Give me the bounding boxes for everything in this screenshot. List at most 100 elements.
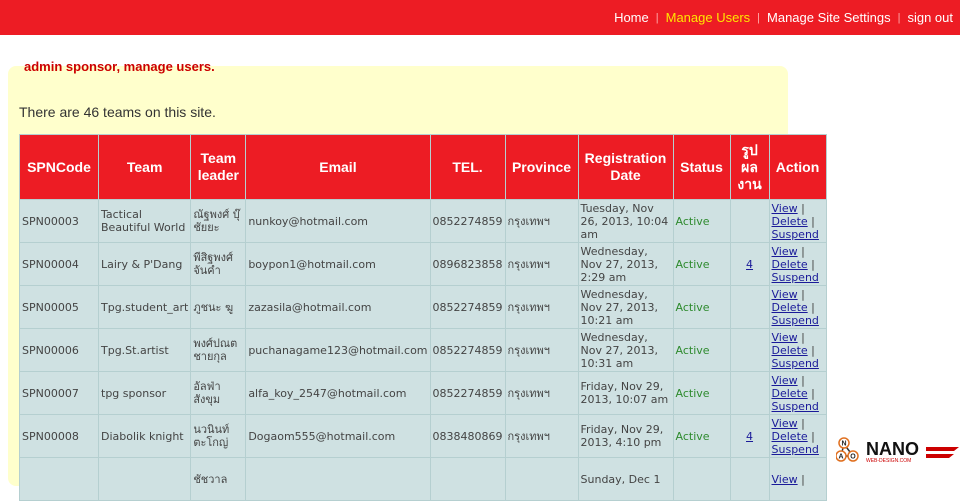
cell-date: Friday, Nov 29, 2013, 10:07 am bbox=[577, 371, 674, 415]
cell-province: กรุงเทพฯ bbox=[504, 328, 579, 372]
works-count-link[interactable]: 4 bbox=[746, 258, 753, 271]
cell-email: Dogaom555@hotmail.com bbox=[245, 414, 431, 458]
col-email: Email bbox=[245, 134, 431, 200]
view-link[interactable]: View bbox=[772, 417, 798, 430]
cell-status: Active bbox=[672, 242, 731, 286]
suspend-link[interactable]: Suspend bbox=[772, 228, 819, 241]
cell-tel: 0896823858 bbox=[429, 242, 506, 286]
cell-date: Tuesday, Nov 26, 2013, 10:04 am bbox=[577, 199, 674, 243]
action-separator: | bbox=[801, 330, 805, 344]
cell-status: Active bbox=[672, 285, 731, 329]
cell-tel: 0852274859 bbox=[429, 328, 506, 372]
cell-leader: ณัฐพงศ์ บุ๊ชัยยะ bbox=[190, 199, 247, 243]
cell-leader: ภูชนะ ฆู bbox=[190, 285, 247, 329]
cell-province: กรุงเทพฯ bbox=[504, 285, 579, 329]
table-row: SPN00004 Lairy & P'Dang พีสิฐพงศ์ จันคำ boy… bbox=[19, 242, 827, 286]
action-separator: | bbox=[801, 472, 805, 486]
delete-link[interactable]: Delete bbox=[772, 215, 808, 228]
top-bar: Home | Manage Users | Manage Site Settin… bbox=[0, 0, 960, 35]
cell-province: กรุงเทพฯ bbox=[504, 242, 579, 286]
action-separator: | bbox=[811, 429, 815, 443]
cell-team: tpg sponsor bbox=[97, 371, 192, 415]
view-link[interactable]: View bbox=[772, 473, 798, 486]
col-spncode: SPNCode bbox=[19, 134, 99, 200]
cell-date: Friday, Nov 29, 2013, 4:10 pm bbox=[577, 414, 674, 458]
col-status: Status bbox=[672, 134, 731, 200]
table-row: SPN00007 tpg sponsor อัลฟ่า สังขุม alfa_koy… bbox=[19, 371, 827, 415]
view-link[interactable]: View bbox=[772, 331, 798, 344]
cell-code: SPN00003 bbox=[19, 199, 99, 243]
view-link[interactable]: View bbox=[772, 245, 798, 258]
cell-code: SPN00007 bbox=[19, 371, 99, 415]
suspend-link[interactable]: Suspend bbox=[772, 400, 819, 413]
cell-action: View | Delete | Suspend bbox=[768, 242, 827, 286]
cell-status: Active bbox=[672, 199, 731, 243]
cell-tel: 0852274859 bbox=[429, 285, 506, 329]
logo-text: NANO bbox=[866, 439, 919, 459]
action-separator: | bbox=[801, 201, 805, 215]
delete-link[interactable]: Delete bbox=[772, 387, 808, 400]
logo-letter-n: N bbox=[841, 441, 846, 448]
suspend-link[interactable]: Suspend bbox=[772, 314, 819, 327]
cell-code: SPN00008 bbox=[19, 414, 99, 458]
cell-email: zazasila@hotmail.com bbox=[245, 285, 431, 329]
nav-home[interactable]: Home bbox=[607, 10, 656, 25]
delete-link[interactable]: Delete bbox=[772, 430, 808, 443]
cell-works bbox=[729, 457, 770, 501]
view-link[interactable]: View bbox=[772, 374, 798, 387]
nav-sign-out[interactable]: sign out bbox=[900, 10, 960, 25]
view-link[interactable]: View bbox=[772, 202, 798, 215]
cell-status: Active bbox=[672, 371, 731, 415]
cell-leader: พีสิฐพงศ์ จันคำ bbox=[190, 242, 247, 286]
suspend-link[interactable]: Suspend bbox=[772, 357, 819, 370]
cell-status bbox=[672, 457, 731, 501]
action-separator: | bbox=[801, 373, 805, 387]
works-count-link[interactable]: 4 bbox=[746, 430, 753, 443]
view-link[interactable]: View bbox=[772, 288, 798, 301]
cell-action: View | Delete | Suspend bbox=[768, 414, 827, 458]
cell-province: กรุงเทพฯ bbox=[504, 199, 579, 243]
nav-manage-users[interactable]: Manage Users bbox=[659, 10, 758, 25]
col-tel: TEL. bbox=[429, 134, 506, 200]
table-row: SPN00006 Tpg.St.artist พงศ์ปณต ชายกุล pucha… bbox=[19, 328, 827, 372]
cell-code: SPN00006 bbox=[19, 328, 99, 372]
cell-action: View | bbox=[768, 457, 827, 501]
cell-team: Diabolik knight bbox=[97, 414, 192, 458]
cell-email: nunkoy@hotmail.com bbox=[245, 199, 431, 243]
cell-code bbox=[19, 457, 99, 501]
cell-tel: 0852274859 bbox=[429, 371, 506, 415]
cell-team: Tpg.St.artist bbox=[97, 328, 192, 372]
cell-leader: ชัชวาล bbox=[190, 457, 247, 501]
table-row: SPN00003 Tactical Beautiful World ณัฐพงศ์ … bbox=[19, 199, 827, 243]
action-separator: | bbox=[811, 257, 815, 271]
cell-date: Wednesday, Nov 27, 2013, 10:21 am bbox=[577, 285, 674, 329]
action-separator: | bbox=[811, 214, 815, 228]
cell-date: Sunday, Dec 1 bbox=[577, 457, 674, 501]
cell-province bbox=[504, 457, 579, 501]
cell-action: View | Delete | Suspend bbox=[768, 199, 827, 243]
team-count-text: There are 46 teams on this site. bbox=[19, 104, 216, 120]
cell-leader: อัลฟ่า สังขุม bbox=[190, 371, 247, 415]
delete-link[interactable]: Delete bbox=[772, 344, 808, 357]
action-separator: | bbox=[801, 287, 805, 301]
cell-code: SPN00005 bbox=[19, 285, 99, 329]
delete-link[interactable]: Delete bbox=[772, 301, 808, 314]
cell-date: Wednesday, Nov 27, 2013, 10:31 am bbox=[577, 328, 674, 372]
delete-link[interactable]: Delete bbox=[772, 258, 808, 271]
suspend-link[interactable]: Suspend bbox=[772, 271, 819, 284]
cell-email bbox=[245, 457, 431, 501]
nav-manage-site-settings[interactable]: Manage Site Settings bbox=[760, 10, 898, 25]
cell-email: alfa_koy_2547@hotmail.com bbox=[245, 371, 431, 415]
table-header-row: SPNCode Team Team leader Email TEL. Prov… bbox=[19, 134, 827, 200]
cell-works: 4 bbox=[729, 242, 770, 286]
cell-action: View | Delete | Suspend bbox=[768, 371, 827, 415]
cell-team: Tactical Beautiful World bbox=[97, 199, 192, 243]
col-team: Team bbox=[97, 134, 192, 200]
action-separator: | bbox=[801, 244, 805, 258]
cell-tel: 0852274859 bbox=[429, 199, 506, 243]
cell-date: Wednesday, Nov 27, 2013, 2:29 am bbox=[577, 242, 674, 286]
cell-status: Active bbox=[672, 414, 731, 458]
cell-province: กรุงเทพฯ bbox=[504, 414, 579, 458]
col-registration-date: Registration Date bbox=[577, 134, 674, 200]
suspend-link[interactable]: Suspend bbox=[772, 443, 819, 456]
